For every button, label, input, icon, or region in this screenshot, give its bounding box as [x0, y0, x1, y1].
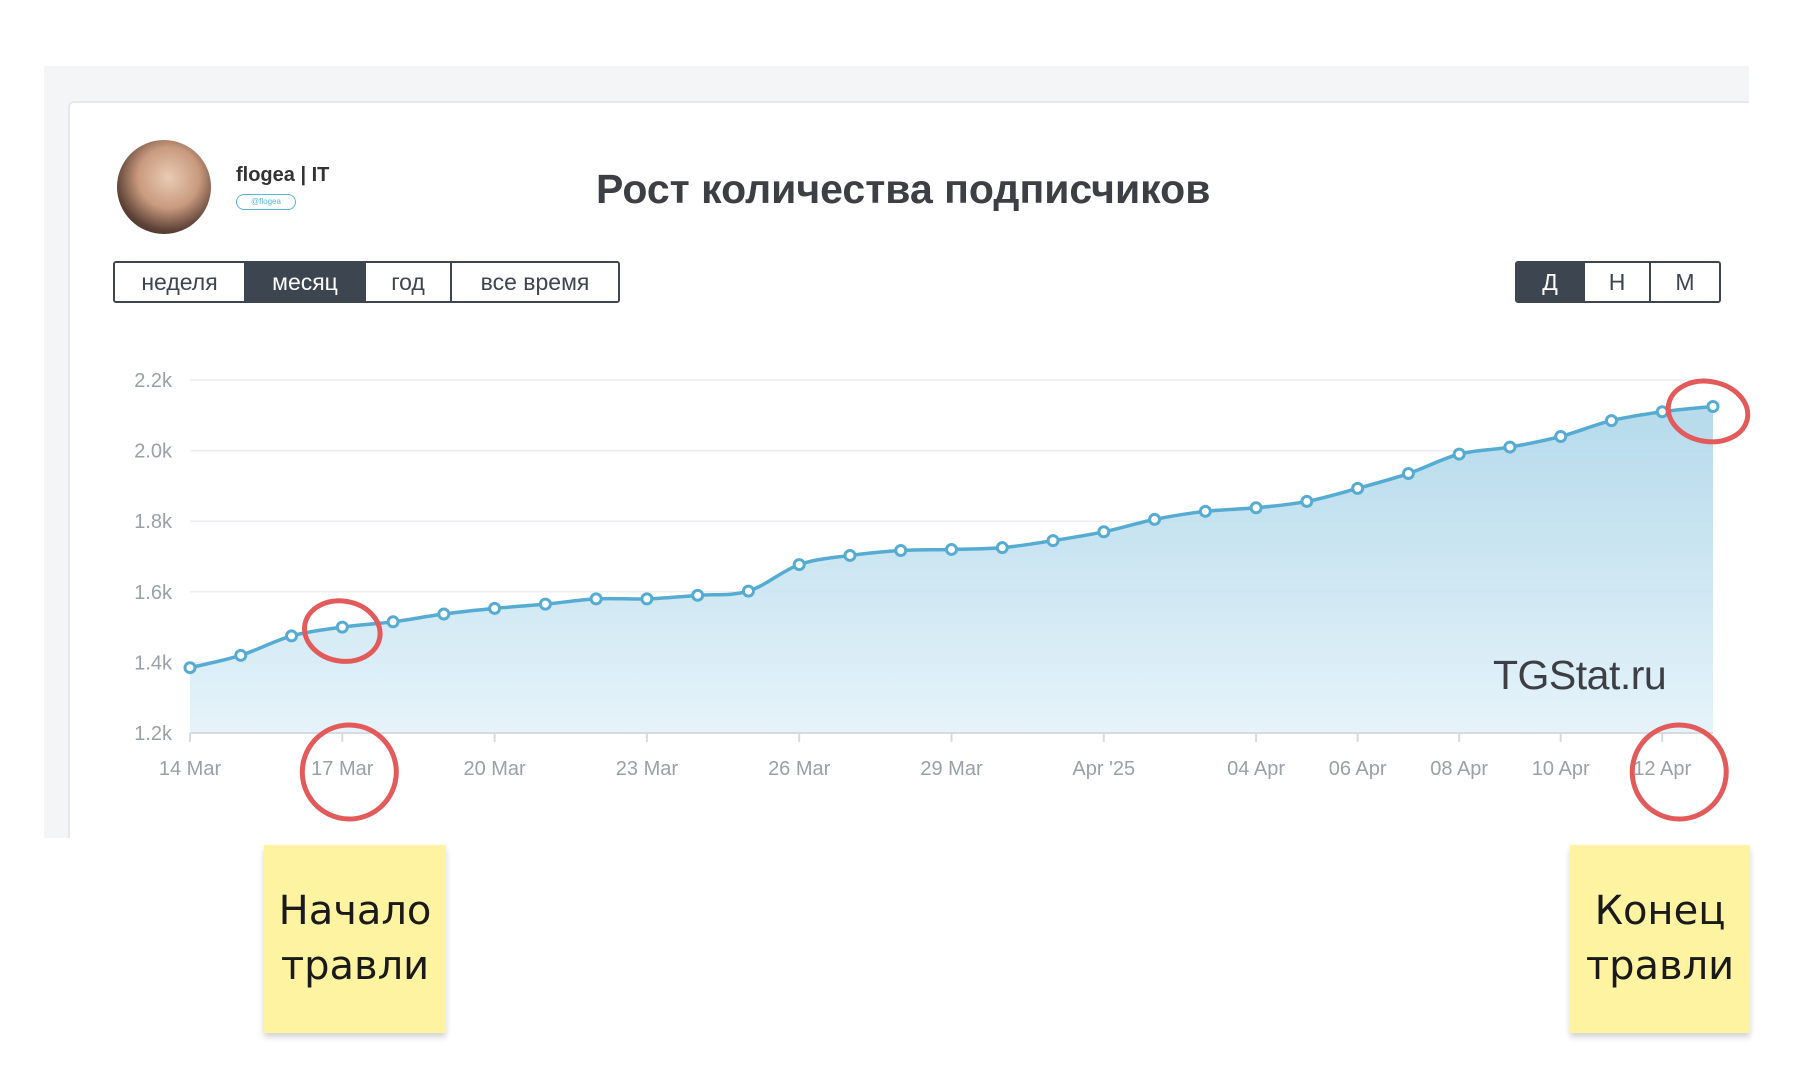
data-point[interactable] — [1351, 481, 1365, 495]
y-tick-label: 1.6k — [134, 582, 173, 604]
data-point[interactable] — [995, 541, 1009, 555]
data-point[interactable] — [1604, 414, 1618, 428]
data-point[interactable] — [437, 607, 451, 621]
x-tick-label: Apr '25 — [1072, 758, 1135, 780]
x-tick-label: 23 Mar — [616, 758, 679, 780]
data-point[interactable] — [640, 592, 654, 606]
data-point[interactable] — [1046, 534, 1060, 548]
data-point[interactable] — [335, 620, 349, 634]
chart-area-fill — [190, 406, 1713, 733]
data-point[interactable] — [538, 597, 552, 611]
x-tick-label: 26 Mar — [768, 758, 831, 780]
watermark: TGStat.ru — [1493, 652, 1667, 698]
data-point[interactable] — [285, 629, 299, 643]
data-point[interactable] — [1452, 447, 1466, 461]
y-tick-label: 1.8k — [134, 511, 173, 533]
data-point[interactable] — [234, 648, 248, 662]
data-point[interactable] — [183, 661, 197, 675]
data-point[interactable] — [386, 615, 400, 629]
y-tick-label: 2.2k — [134, 370, 173, 392]
x-tick-label: 12 Apr — [1633, 758, 1691, 780]
y-tick-label: 2.0k — [134, 441, 173, 463]
data-point[interactable] — [894, 543, 908, 557]
data-point[interactable] — [1554, 429, 1568, 443]
x-tick-label: 10 Apr — [1532, 758, 1590, 780]
x-tick-label: 08 Apr — [1430, 758, 1488, 780]
sticky-note-start: Начало травли — [264, 845, 446, 1033]
sticky-note-end: Конец травли — [1570, 845, 1750, 1033]
x-tick-label: 06 Apr — [1329, 758, 1387, 780]
x-tick-label: 20 Mar — [463, 758, 526, 780]
data-point[interactable] — [1249, 501, 1263, 515]
data-point[interactable] — [1097, 525, 1111, 539]
y-tick-label: 1.2k — [134, 723, 173, 745]
data-point[interactable] — [741, 584, 755, 598]
x-tick-label: 04 Apr — [1227, 758, 1285, 780]
data-point[interactable] — [589, 592, 603, 606]
data-point[interactable] — [1198, 504, 1212, 518]
data-point[interactable] — [691, 588, 705, 602]
data-point[interactable] — [843, 548, 857, 562]
data-point[interactable] — [792, 558, 806, 572]
x-tick-label: 14 Mar — [159, 758, 222, 780]
data-point[interactable] — [945, 542, 958, 556]
data-point[interactable] — [1706, 399, 1720, 413]
data-point[interactable] — [1503, 440, 1517, 454]
data-point[interactable] — [1401, 467, 1415, 481]
x-tick-label: 29 Mar — [920, 758, 983, 780]
data-point[interactable] — [1300, 494, 1314, 508]
data-point[interactable] — [1148, 512, 1162, 526]
y-tick-label: 1.4k — [134, 652, 173, 674]
data-point[interactable] — [488, 601, 502, 615]
x-tick-label: 17 Mar — [311, 758, 374, 780]
